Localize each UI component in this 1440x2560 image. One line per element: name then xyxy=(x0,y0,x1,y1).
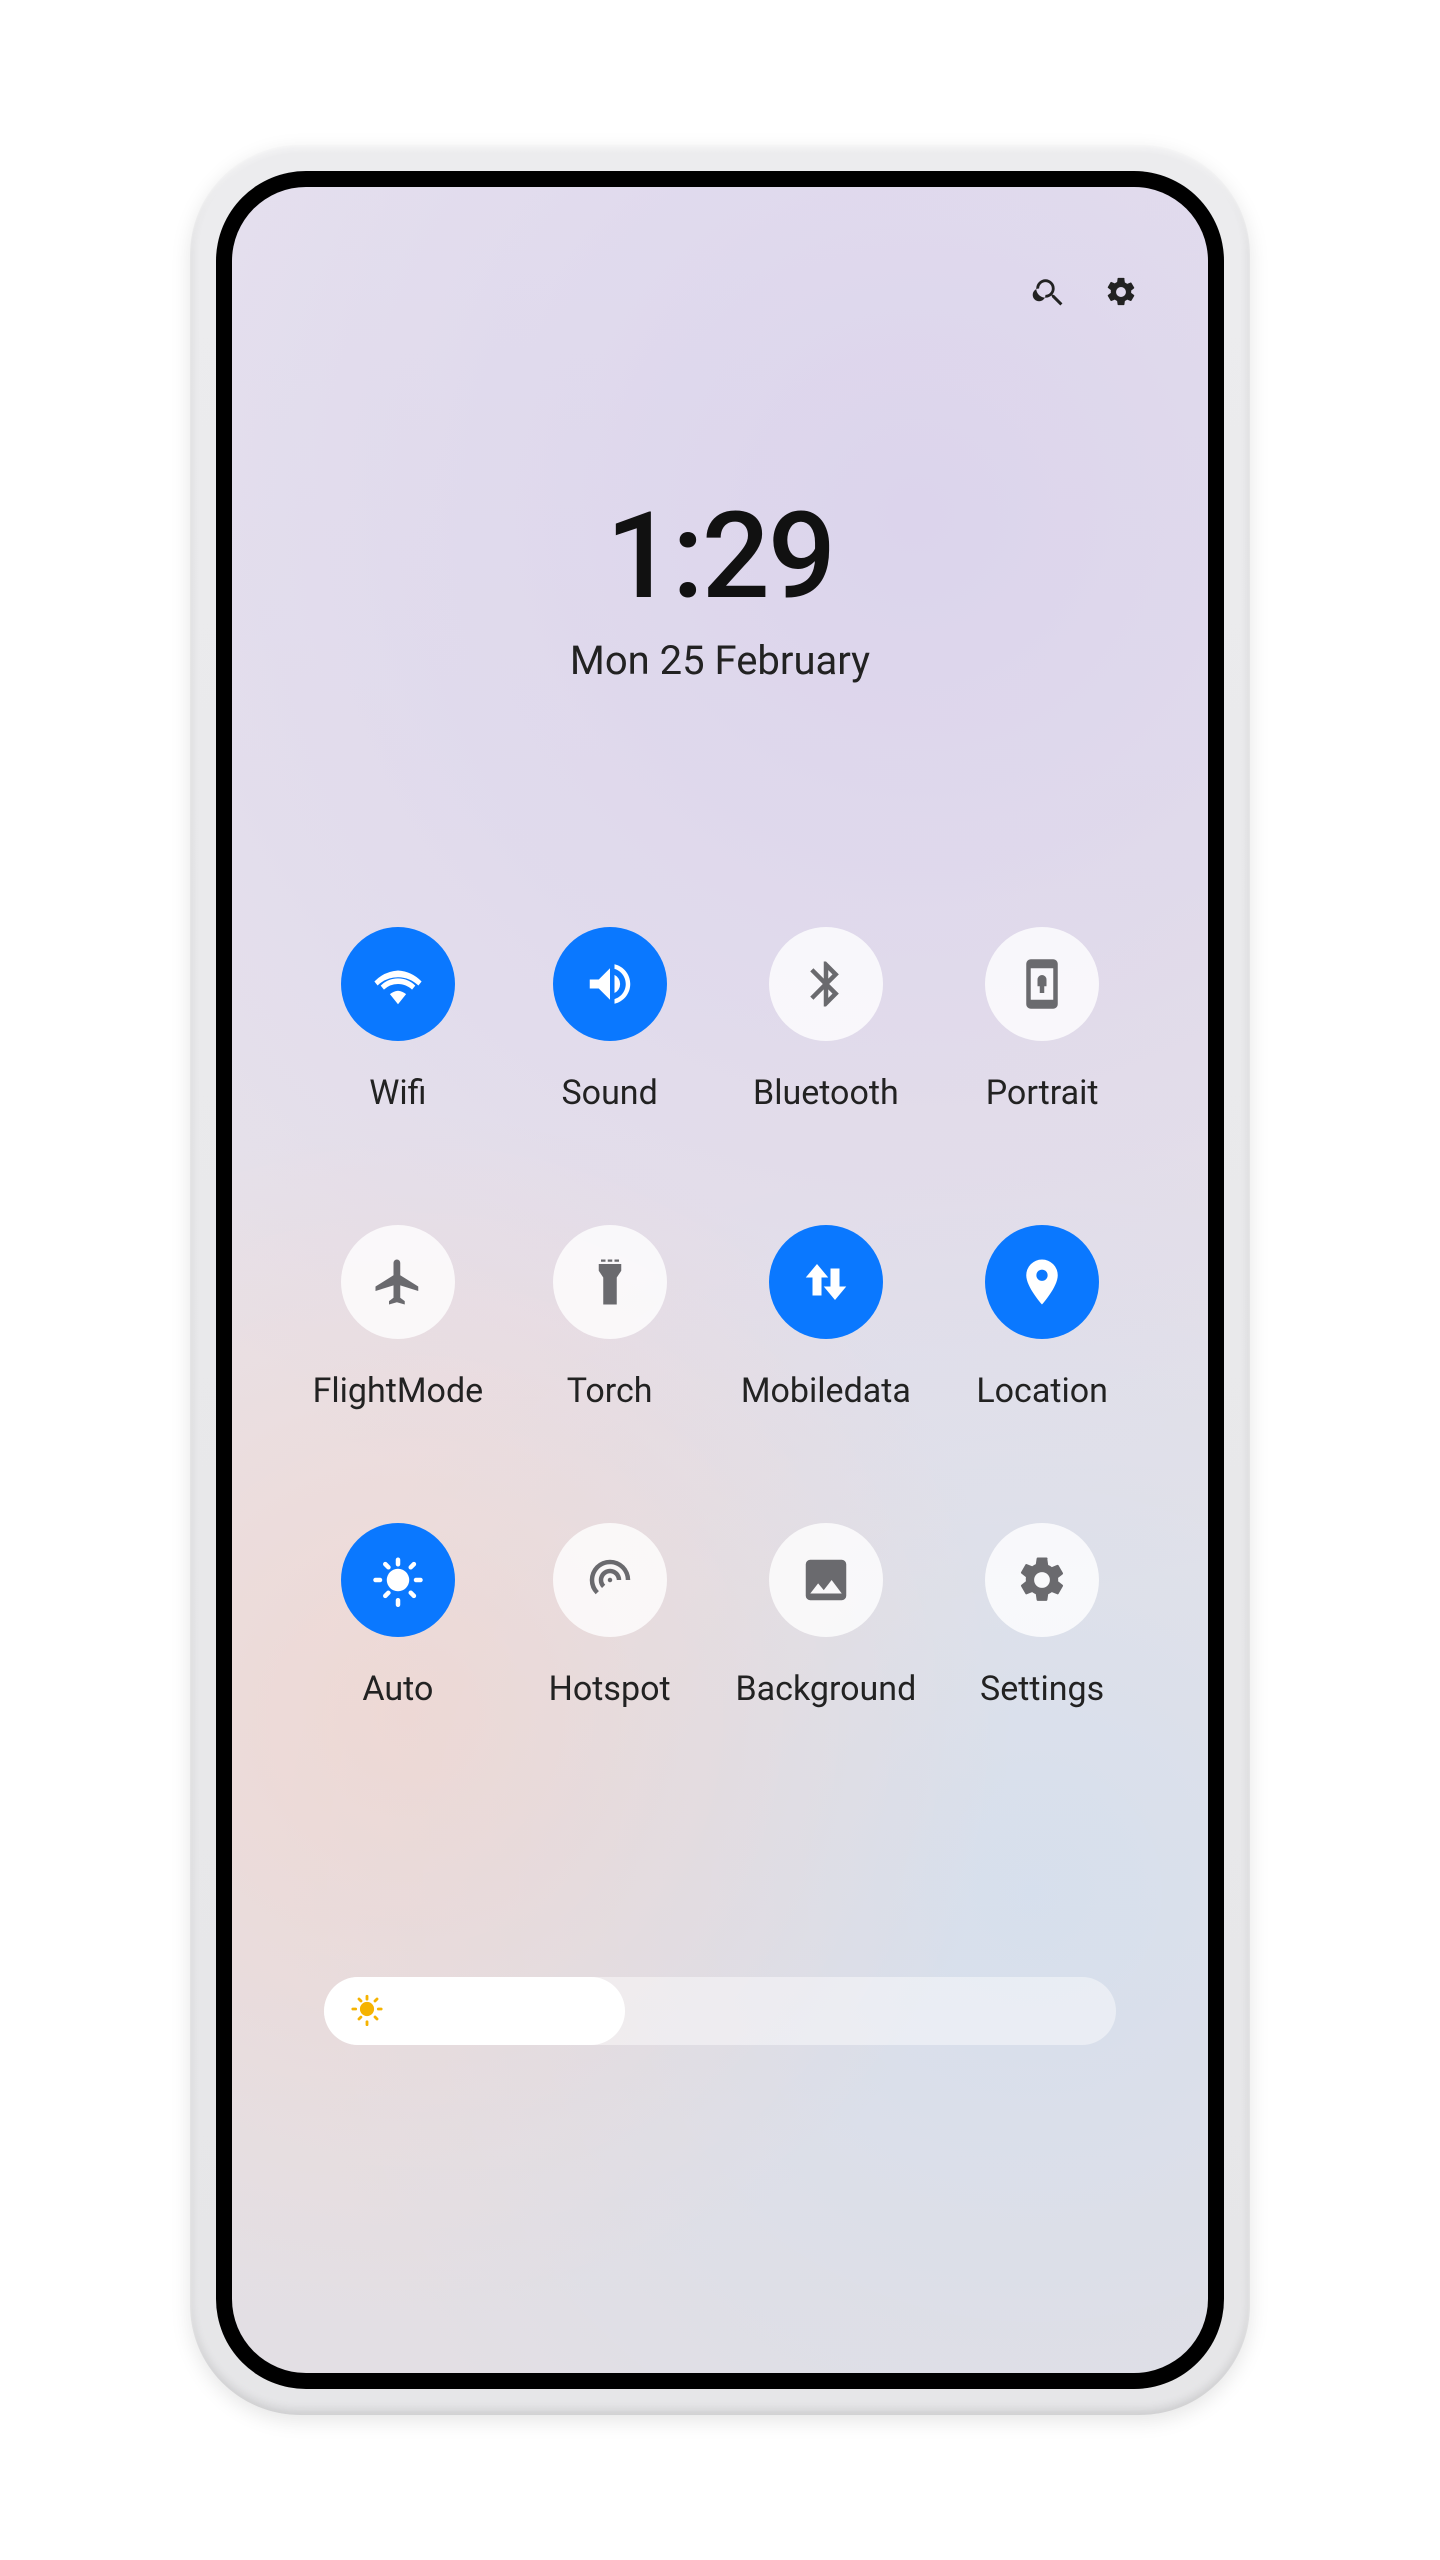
bluetooth-icon xyxy=(769,927,883,1041)
clock-date: Mon 25 February xyxy=(232,637,1208,684)
auto-brightness-icon xyxy=(341,1523,455,1637)
tile-label: Mobiledata xyxy=(741,1371,911,1411)
tile-location[interactable]: Location xyxy=(956,1225,1128,1411)
tile-auto-brightness[interactable]: Auto xyxy=(312,1523,484,1709)
flashlight-icon xyxy=(553,1225,667,1339)
quick-settings-grid: Wifi Sound Bluetooth Portrait FlightMode xyxy=(312,927,1128,1709)
tile-settings[interactable]: Settings xyxy=(956,1523,1128,1709)
quick-settings-panel: 1:29 Mon 25 February Wifi Sound Bluetoot… xyxy=(232,187,1208,2373)
tile-torch[interactable]: Torch xyxy=(524,1225,696,1411)
tile-bluetooth[interactable]: Bluetooth xyxy=(736,927,917,1113)
hotspot-icon xyxy=(553,1523,667,1637)
settings-icon[interactable] xyxy=(1104,275,1138,313)
wifi-icon xyxy=(341,927,455,1041)
header-actions xyxy=(1032,275,1138,313)
tile-background[interactable]: Background xyxy=(736,1523,917,1709)
tile-label: Wifi xyxy=(369,1073,426,1113)
tile-hotspot[interactable]: Hotspot xyxy=(524,1523,696,1709)
clock-time: 1:29 xyxy=(232,487,1208,627)
location-pin-icon xyxy=(985,1225,1099,1339)
tile-label: Settings xyxy=(980,1669,1104,1709)
tile-label: Background xyxy=(736,1669,917,1709)
brightness-fill xyxy=(324,1977,625,2045)
screen-lock-portrait-icon xyxy=(985,927,1099,1041)
brightness-slider[interactable] xyxy=(324,1977,1116,2045)
brightness-sun-icon xyxy=(350,1992,384,2030)
tile-portrait[interactable]: Portrait xyxy=(956,927,1128,1113)
tile-mobiledata[interactable]: Mobiledata xyxy=(736,1225,917,1411)
tile-label: Auto xyxy=(362,1669,433,1709)
tile-label: Portrait xyxy=(986,1073,1099,1113)
tile-label: Sound xyxy=(561,1073,657,1113)
tile-label: Hotspot xyxy=(549,1669,671,1709)
phone-frame: 1:29 Mon 25 February Wifi Sound Bluetoot… xyxy=(190,145,1250,2415)
tile-label: Torch xyxy=(567,1371,653,1411)
tile-label: Bluetooth xyxy=(753,1073,899,1113)
mobile-data-icon xyxy=(769,1225,883,1339)
search-icon[interactable] xyxy=(1032,275,1066,313)
volume-icon xyxy=(553,927,667,1041)
tile-flightmode[interactable]: FlightMode xyxy=(312,1225,484,1411)
gear-icon xyxy=(985,1523,1099,1637)
tile-label: FlightMode xyxy=(313,1371,484,1411)
tile-sound[interactable]: Sound xyxy=(524,927,696,1113)
wallpaper-icon xyxy=(769,1523,883,1637)
tile-label: Location xyxy=(976,1371,1108,1411)
airplane-icon xyxy=(341,1225,455,1339)
tile-wifi[interactable]: Wifi xyxy=(312,927,484,1113)
